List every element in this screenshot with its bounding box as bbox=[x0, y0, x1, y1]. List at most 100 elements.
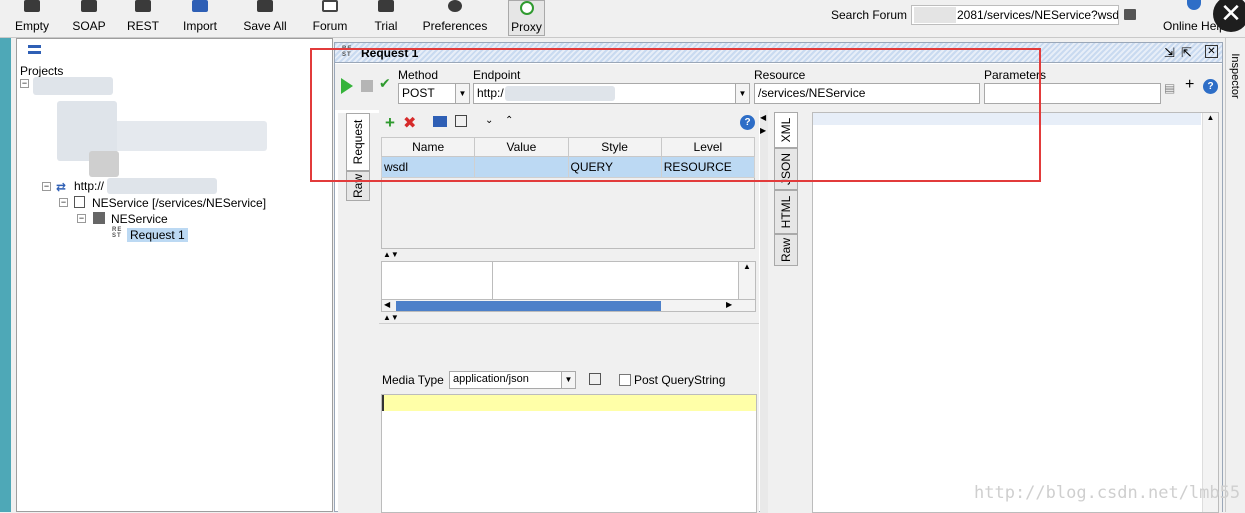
request-title: Request 1 bbox=[361, 46, 419, 60]
soap-button[interactable]: SOAP bbox=[67, 0, 111, 36]
params-table: Name Value Style Level wsdl QUERY RESOUR… bbox=[380, 137, 756, 178]
tab-html[interactable]: HTML bbox=[774, 190, 798, 234]
remove-param-icon[interactable]: ✖ bbox=[403, 113, 416, 133]
tab-raw-label: Raw bbox=[351, 173, 365, 199]
edit-params-icon[interactable]: ▤ bbox=[1164, 81, 1175, 95]
collapse-toggle[interactable]: − bbox=[59, 198, 68, 207]
col-value[interactable]: Value bbox=[474, 137, 569, 157]
tree-node-resource[interactable]: NEService bbox=[111, 212, 168, 226]
rest-request-icon: RE ST bbox=[112, 227, 123, 239]
blurred-region bbox=[505, 86, 615, 101]
close-icon[interactable]: ✕ bbox=[1213, 0, 1245, 32]
import-icon bbox=[192, 0, 208, 12]
splitter-arrows-icon[interactable]: ▲▼ bbox=[383, 250, 399, 259]
tree-node-service[interactable]: NEService [/services/NEService] bbox=[92, 196, 266, 210]
scrollbar-thumb[interactable] bbox=[396, 301, 661, 311]
resource-icon bbox=[93, 212, 105, 224]
inspector-panel[interactable]: Inspector bbox=[1225, 38, 1245, 512]
parameters-label: Parameters bbox=[984, 68, 1047, 82]
col-name[interactable]: Name bbox=[380, 137, 476, 157]
help-icon[interactable]: ? bbox=[1203, 79, 1218, 94]
move-down-icon[interactable]: ⌄ bbox=[485, 115, 493, 126]
move-up-icon[interactable]: ⌃ bbox=[505, 115, 513, 126]
main-toolbar: Empty SOAP REST Import Save All Forum Tr… bbox=[0, 0, 1245, 38]
param-level-cell[interactable]: RESOURCE bbox=[660, 156, 756, 178]
rest-icon bbox=[135, 0, 151, 12]
run-icon[interactable] bbox=[341, 78, 353, 94]
media-type-select[interactable]: application/json ▼ bbox=[449, 371, 576, 389]
minimize-icon[interactable]: ⇲ bbox=[1164, 45, 1175, 61]
tab-request[interactable]: Request bbox=[346, 113, 370, 171]
collapse-toggle[interactable]: − bbox=[20, 79, 29, 88]
rest-button[interactable]: REST bbox=[121, 0, 165, 36]
tab-raw[interactable]: Raw bbox=[346, 171, 370, 201]
param-name-cell[interactable]: wsdl bbox=[380, 156, 476, 178]
chevron-down-icon: ▼ bbox=[561, 372, 575, 388]
post-querystring-label: Post QueryString bbox=[634, 373, 726, 387]
parameters-input[interactable] bbox=[984, 83, 1161, 104]
request-params-panel: + ✖ ⌄ ⌃ ? Name Value Style Level wsdl QU… bbox=[379, 110, 759, 513]
trial-button[interactable]: Trial bbox=[365, 0, 407, 36]
resource-label: Resource bbox=[754, 68, 806, 82]
collapse-right-icon[interactable]: ▶ bbox=[760, 126, 766, 135]
tab-json[interactable]: JSON bbox=[774, 148, 798, 190]
col-style[interactable]: Style bbox=[567, 137, 662, 157]
current-line-highlight bbox=[382, 395, 756, 411]
tab-raw[interactable]: Raw bbox=[774, 234, 798, 266]
column-divider bbox=[492, 262, 493, 299]
format-icon[interactable] bbox=[589, 373, 601, 385]
vertical-scrollbar[interactable]: ▲ bbox=[1202, 113, 1218, 512]
help-icon bbox=[1187, 0, 1201, 10]
tree-node-http[interactable]: http:// bbox=[74, 179, 104, 193]
stop-icon[interactable] bbox=[361, 80, 373, 92]
proxy-button[interactable]: Proxy bbox=[508, 0, 545, 36]
col-level[interactable]: Level bbox=[660, 137, 756, 157]
url-param-icon[interactable] bbox=[433, 116, 447, 127]
forum-icon bbox=[322, 0, 338, 12]
forum-button[interactable]: Forum bbox=[308, 0, 352, 36]
divider bbox=[379, 323, 759, 324]
search-options-icon[interactable] bbox=[1124, 9, 1136, 20]
horizontal-scrollbar[interactable]: ◀ ▶ bbox=[382, 299, 755, 311]
splitter-arrows-icon[interactable]: ▲▼ bbox=[383, 313, 399, 322]
save-all-button[interactable]: Save All bbox=[240, 0, 290, 36]
rest-label: REST bbox=[126, 19, 159, 33]
scroll-left-icon[interactable]: ◀ bbox=[384, 300, 390, 309]
proxy-icon bbox=[519, 1, 534, 15]
detach-icon[interactable]: ⇱ bbox=[1181, 45, 1192, 61]
exchange-arrows-icon: ⇄ bbox=[56, 180, 67, 194]
watermark: http://blog.csdn.net/lmb55 bbox=[974, 483, 1241, 503]
method-select[interactable]: POST ▼ bbox=[398, 83, 470, 104]
tab-xml[interactable]: XML bbox=[774, 112, 798, 148]
request-body-editor[interactable] bbox=[381, 394, 757, 513]
param-value-cell[interactable] bbox=[474, 156, 569, 178]
scroll-right-icon[interactable]: ▶ bbox=[726, 300, 732, 309]
tree-node-request[interactable]: Request 1 bbox=[127, 228, 188, 242]
panel-splitter[interactable]: ◀ ▶ bbox=[760, 110, 768, 513]
import-button[interactable]: Import bbox=[177, 0, 223, 36]
resource-value: /services/NEService bbox=[758, 86, 866, 100]
table-row[interactable]: wsdl QUERY RESOURCE bbox=[380, 156, 756, 178]
expand-icon[interactable] bbox=[455, 115, 467, 127]
list-view-icon[interactable] bbox=[28, 45, 41, 54]
vertical-scrollbar[interactable]: ▲ bbox=[738, 262, 755, 299]
param-style-cell[interactable]: QUERY bbox=[567, 156, 662, 178]
blurred-region bbox=[89, 151, 119, 177]
preferences-button[interactable]: Preferences bbox=[420, 0, 490, 36]
collapse-left-icon[interactable]: ◀ bbox=[760, 113, 766, 122]
help-icon[interactable]: ? bbox=[740, 115, 755, 130]
add-param-icon[interactable]: + bbox=[385, 113, 395, 133]
close-window-icon[interactable]: ✕ bbox=[1205, 45, 1218, 58]
response-viewer[interactable]: ▲ bbox=[812, 112, 1219, 513]
check-icon[interactable]: ✔ bbox=[379, 75, 391, 92]
empty-button[interactable]: Empty bbox=[10, 0, 54, 36]
collapse-toggle[interactable]: − bbox=[77, 214, 86, 223]
add-icon[interactable]: + bbox=[1185, 76, 1194, 94]
response-panel: XML JSON HTML Raw ▲ bbox=[768, 110, 1222, 513]
import-label: Import bbox=[182, 19, 217, 33]
resource-input[interactable]: /services/NEService bbox=[754, 83, 980, 104]
forum-label: Forum bbox=[312, 19, 348, 33]
collapse-toggle[interactable]: − bbox=[42, 182, 51, 191]
method-value: POST bbox=[402, 86, 435, 100]
post-querystring-checkbox[interactable] bbox=[619, 374, 631, 386]
